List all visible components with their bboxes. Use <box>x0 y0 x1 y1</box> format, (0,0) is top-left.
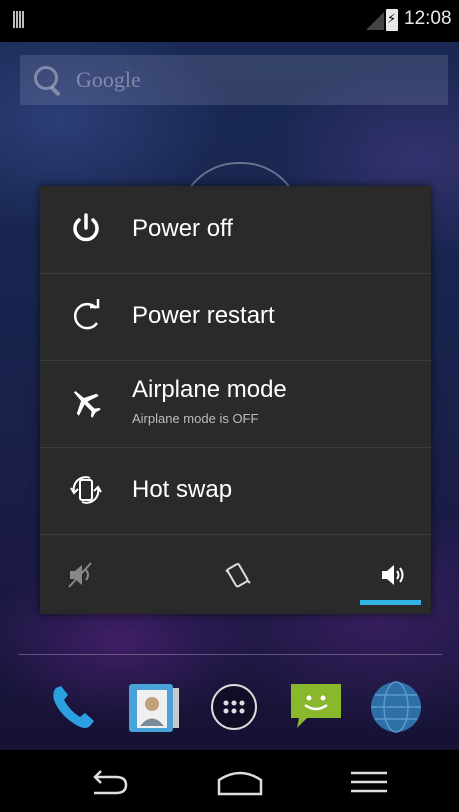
navigation-bar <box>0 750 459 812</box>
contacts-icon[interactable] <box>125 678 183 736</box>
vibrate-icon[interactable] <box>223 560 253 590</box>
power-off-item[interactable]: Power off <box>40 186 431 274</box>
power-restart-item[interactable]: Power restart <box>40 273 431 361</box>
back-icon[interactable] <box>86 764 136 800</box>
messaging-icon[interactable] <box>287 678 345 736</box>
phone-icon[interactable] <box>44 678 102 736</box>
power-off-label: Power off <box>132 215 233 242</box>
airplane-mode-item[interactable]: Airplane mode Airplane mode is OFF <box>40 360 431 448</box>
signal-icon <box>366 12 384 30</box>
google-search-bar[interactable]: Google <box>20 55 448 105</box>
notification-icon <box>13 11 24 28</box>
status-bar: 12:08 <box>0 0 459 42</box>
power-restart-label: Power restart <box>132 302 275 329</box>
hot-swap-label: Hot swap <box>132 476 233 503</box>
power-icon <box>73 213 99 242</box>
home-icon[interactable] <box>215 764 265 800</box>
battery-charging-icon <box>386 9 398 31</box>
app-drawer-icon[interactable] <box>205 678 263 736</box>
dock-divider <box>18 654 442 655</box>
hot-swap-item[interactable]: Hot swap <box>40 447 431 535</box>
airplane-icon <box>73 390 101 418</box>
mute-icon[interactable] <box>66 560 96 590</box>
menu-icon[interactable] <box>345 764 395 800</box>
search-icon <box>34 66 58 90</box>
status-time: 12:08 <box>404 8 452 29</box>
airplane-mode-status: Airplane mode is OFF <box>132 411 259 426</box>
hot-swap-icon <box>70 476 102 504</box>
airplane-mode-label: Airplane mode <box>132 376 287 403</box>
browser-icon[interactable] <box>367 678 425 736</box>
restart-icon <box>73 299 100 330</box>
power-menu-dialog: Power off Power restart Airplane mode Ai… <box>40 186 431 614</box>
selected-sound-indicator <box>360 600 421 605</box>
search-placeholder: Google <box>76 67 141 92</box>
sound-on-icon[interactable] <box>378 560 408 590</box>
